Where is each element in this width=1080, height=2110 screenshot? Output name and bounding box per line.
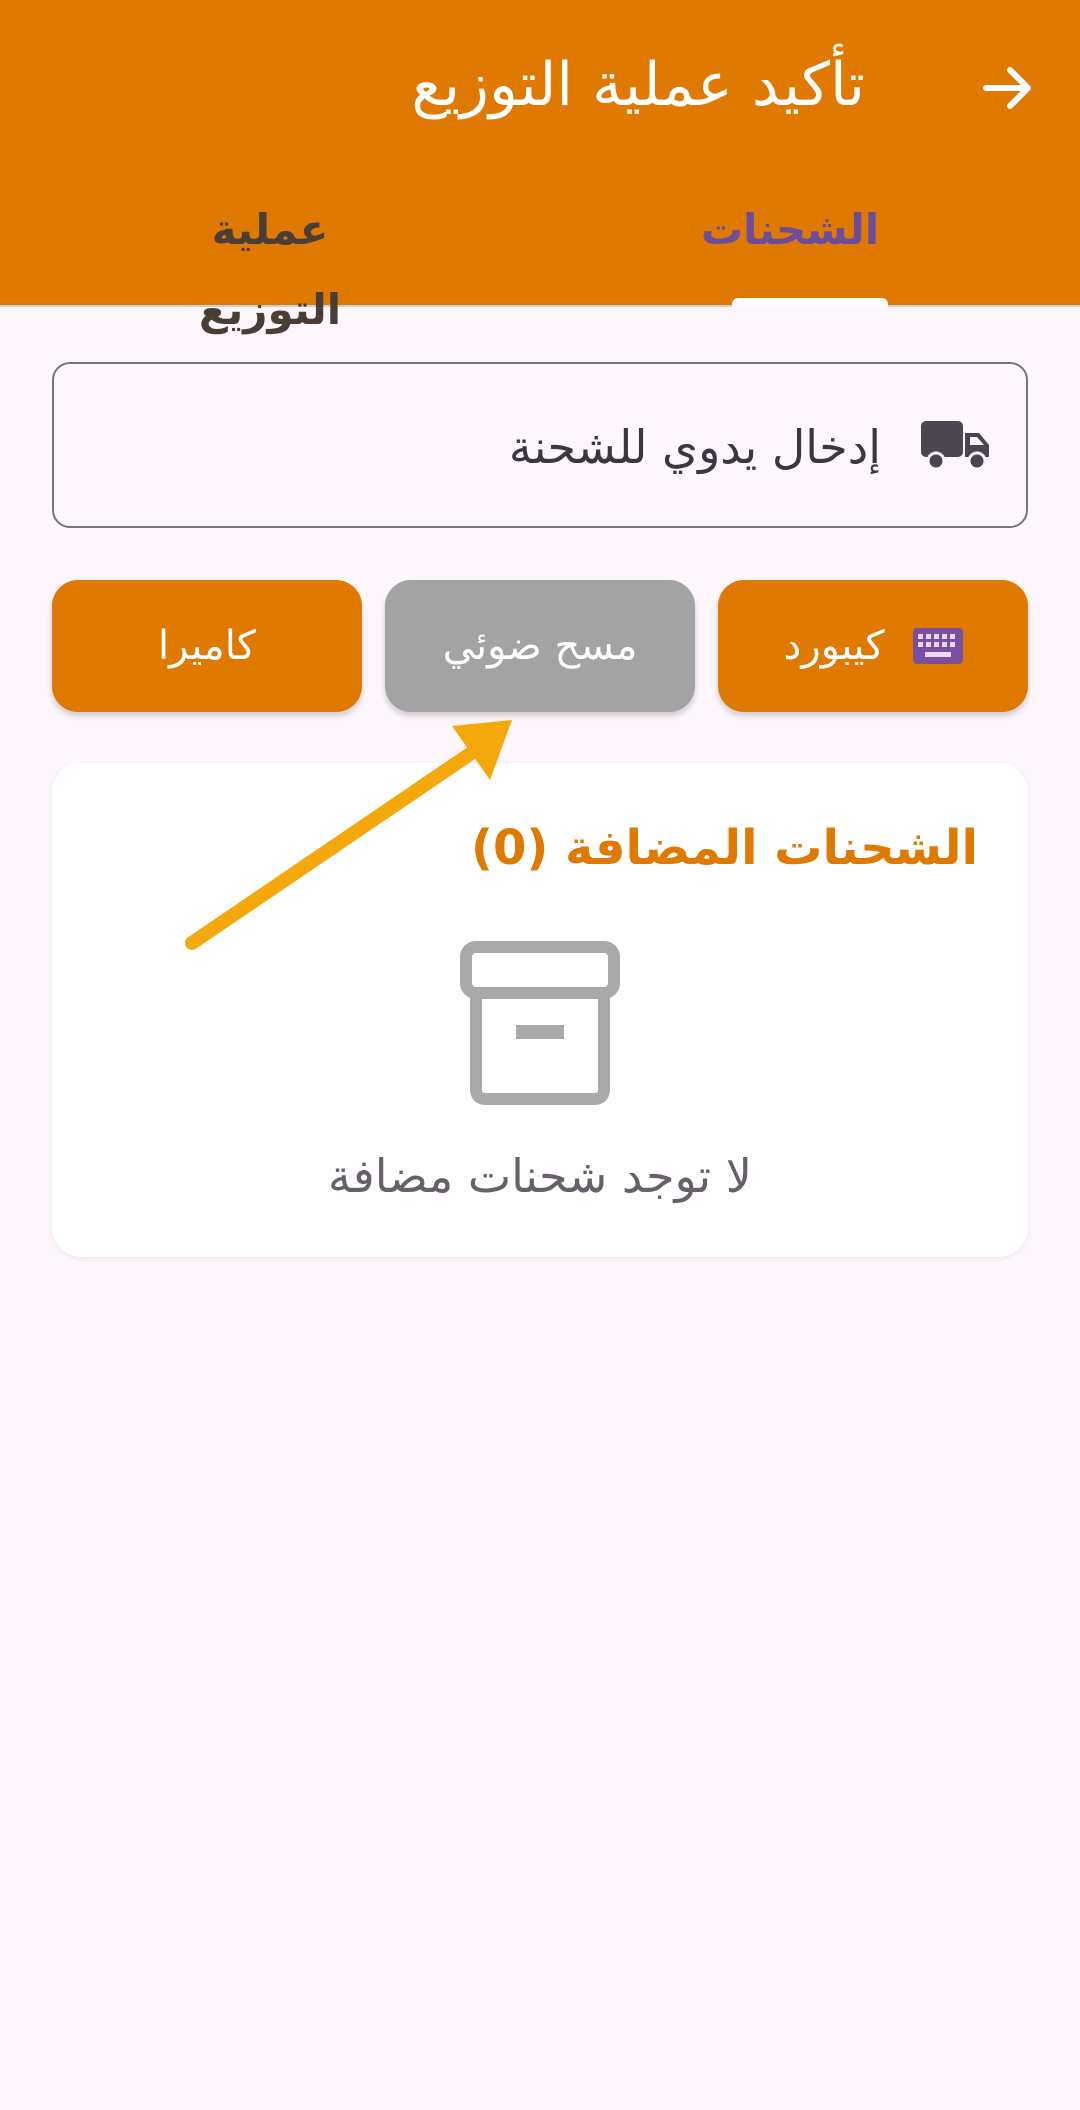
keyboard-button[interactable]: كيبورد [718,580,1028,712]
added-shipments-title: الشحنات المضافة (0) [471,820,978,876]
page-title: تأكيد عملية التوزيع [411,50,865,120]
added-shipments-card: الشحنات المضافة (0) لا توجد شحنات مضافة [52,763,1028,1257]
keyboard-icon [912,628,963,664]
keyboard-button-label: كيبورد [783,623,885,669]
scan-button[interactable]: مسح ضوئي [385,580,695,712]
back-button[interactable] [970,50,1045,125]
camera-button[interactable]: كاميرا [52,580,362,712]
truck-icon [921,421,989,471]
tab-indicator [732,298,888,307]
app-bar: تأكيد عملية التوزيع الشحنات عملية التوزي… [0,0,1080,334]
tab-distribution-process[interactable]: عملية التوزيع [140,190,400,334]
tab-shipments[interactable]: الشحنات [690,190,890,270]
empty-state-message: لا توجد شحنات مضافة [328,1149,752,1203]
archive-box-icon [460,941,620,1105]
arrow-forward-icon [982,66,1031,109]
camera-button-label: كاميرا [158,623,256,669]
manual-input-placeholder: إدخال يدوي للشحنة [508,420,881,474]
scan-button-label: مسح ضوئي [442,623,638,669]
manual-shipment-input[interactable]: إدخال يدوي للشحنة [52,362,1028,528]
